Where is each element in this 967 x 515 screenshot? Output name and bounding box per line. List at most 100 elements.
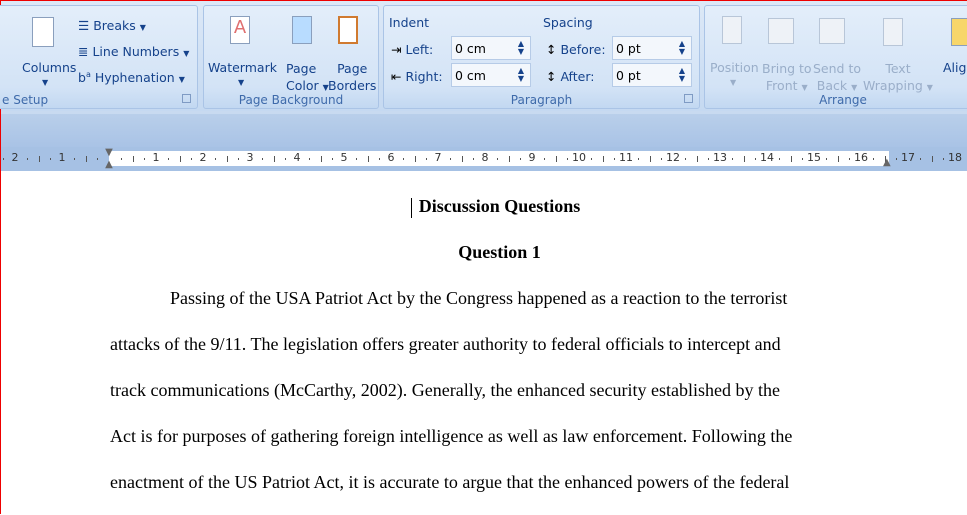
ruler-tick: [731, 158, 733, 160]
arrange-group: Position ▼ Bring to Front ▼ Send to Back ▼…: [704, 5, 967, 109]
watermark-button[interactable]: Watermark: [208, 60, 277, 75]
watermark-caret-icon: ▼: [238, 78, 245, 87]
ruler-tick: [614, 158, 616, 160]
ruler-tick: [696, 156, 698, 162]
send-to-back-icon: [819, 18, 845, 44]
left-indent-marker-icon[interactable]: ▼ ▲: [103, 147, 115, 171]
ruler-tick: [590, 158, 592, 160]
ruler-tick: [520, 158, 522, 160]
ruler-tick: [802, 158, 804, 160]
ruler-tick: [496, 158, 498, 160]
page-borders-icon: [338, 16, 358, 44]
ruler-tick: [38, 156, 40, 162]
ruler-tick: [743, 156, 745, 162]
ruler-tick: [85, 156, 87, 162]
position-button[interactable]: Position: [710, 60, 759, 75]
position-caret-icon: ▼: [730, 78, 737, 87]
breaks-label: Breaks: [93, 18, 136, 33]
page-color-label-2: Color: [286, 78, 319, 93]
watermark-icon: A: [230, 16, 250, 44]
columns-icon: [32, 17, 54, 47]
ruler-tick: [355, 158, 357, 160]
bring-to-front-icon: [768, 18, 794, 44]
ruler-tick: [179, 156, 181, 162]
paragraph-line: Passing of the USA Patriot Act by the Co…: [170, 288, 788, 308]
indent-left-input[interactable]: 0 cm ▲ ▼: [451, 36, 531, 60]
line-numbers-button[interactable]: ≣ Line Numbers ▼: [78, 44, 189, 59]
ruler-tick: [402, 158, 404, 160]
spinner-icon[interactable]: ▲ ▼: [518, 40, 524, 56]
document-page[interactable]: Discussion Questions Question 1 Passing …: [1, 171, 967, 515]
spacing-before-input[interactable]: 0 pt ▲ ▼: [612, 36, 692, 60]
ruler-tick: [849, 158, 851, 160]
ruler-tick: [508, 156, 510, 162]
ruler-number: 3: [246, 151, 254, 164]
ruler-number: 5: [340, 151, 348, 164]
dialog-launcher-icon[interactable]: [182, 94, 191, 103]
hyphenation-button[interactable]: ba Hyphenation ▼: [78, 70, 185, 85]
spinner-icon[interactable]: ▲ ▼: [679, 67, 685, 83]
text-wrapping-button[interactable]: Text Wrapping ▼: [863, 60, 933, 96]
ruler-tick: [320, 156, 322, 162]
ruler-tick: [97, 158, 99, 160]
send-to-back-button[interactable]: Send to Back ▼: [813, 60, 861, 96]
breaks-button[interactable]: ☰ Breaks ▼: [78, 18, 146, 33]
position-icon: [722, 16, 742, 44]
columns-button[interactable]: Columns: [22, 60, 76, 75]
ruler-tick: [261, 158, 263, 160]
ruler-tick: [367, 156, 369, 162]
page-borders-button[interactable]: Page Borders: [328, 60, 376, 94]
ruler-number: 6: [387, 151, 395, 164]
ruler-tick: [238, 158, 240, 160]
ruler-tick: [602, 156, 604, 162]
paragraph-group: Indent Spacing ⇥ Left: 0 cm ▲ ▼ ⇤ Right: 0…: [383, 5, 700, 109]
line-numbers-label: Line Numbers: [92, 44, 180, 59]
spacing-after-input[interactable]: 0 pt ▲ ▼: [612, 63, 692, 87]
question-heading: Question 1: [458, 242, 541, 262]
page-background-label: Page Background: [238, 93, 344, 107]
indent-right-input[interactable]: 0 cm ▲ ▼: [451, 63, 531, 87]
ruler-tick: [120, 158, 122, 160]
ruler-tick: [214, 158, 216, 160]
paragraph-line: attacks of the 9/11. The legislation off…: [110, 334, 781, 354]
ruler-tick: [567, 158, 569, 160]
ruler-tick: [555, 156, 557, 162]
spinner-icon[interactable]: ▲ ▼: [679, 40, 685, 56]
ruler-number: 9: [528, 151, 536, 164]
ruler-number: 7: [434, 151, 442, 164]
ruler-tick: [637, 158, 639, 160]
page-setup-label: e Setup: [2, 93, 49, 107]
ruler-tick: [837, 156, 839, 162]
ruler-tick: [144, 158, 146, 160]
ruler-tick: [449, 158, 451, 160]
spacing-before-label: ↕ Before:: [546, 42, 606, 57]
right-indent-marker-icon[interactable]: ▲: [883, 157, 891, 168]
bring-to-front-button[interactable]: Bring to Front ▼: [762, 60, 812, 96]
ruler-tick: [684, 158, 686, 160]
ruler-tick: [426, 158, 428, 160]
ruler-number: 8: [481, 151, 489, 164]
horizontal-ruler[interactable]: 2 1 1 2 3 4 5 6 7 8 9 10 11 12 13 14 15 16 17 18 ▼ ▲ ▲: [1, 147, 967, 171]
ruler-number: 16: [854, 151, 868, 164]
arrange-label: Arrange: [819, 93, 867, 107]
ruler-number: 1: [58, 151, 66, 164]
ruler-number: 10: [572, 151, 586, 164]
page-color-button[interactable]: Page Color ▼: [286, 60, 329, 96]
page-setup-group: Columns ▼ ☰ Breaks ▼ ≣ Line Numbers ▼ ba…: [0, 5, 198, 109]
align-button[interactable]: Alig: [943, 60, 966, 75]
ruler-tick: [308, 158, 310, 160]
ruler-tick: [273, 156, 275, 162]
ruler-tick: [414, 156, 416, 162]
indent-left-label: ⇥ Left:: [391, 42, 434, 57]
spinner-icon[interactable]: ▲ ▼: [518, 67, 524, 83]
page-color-icon: [292, 16, 312, 44]
align-icon: [951, 18, 967, 46]
ruler-number: 15: [807, 151, 821, 164]
spacing-after-label: ↕ After:: [546, 69, 595, 84]
ruler-tick: [167, 158, 169, 160]
indent-label: Indent: [389, 15, 430, 30]
ruler-number: 18: [948, 151, 962, 164]
dialog-launcher-icon[interactable]: [684, 94, 693, 103]
ruler-number: 13: [713, 151, 727, 164]
ruler-tick: [661, 158, 663, 160]
